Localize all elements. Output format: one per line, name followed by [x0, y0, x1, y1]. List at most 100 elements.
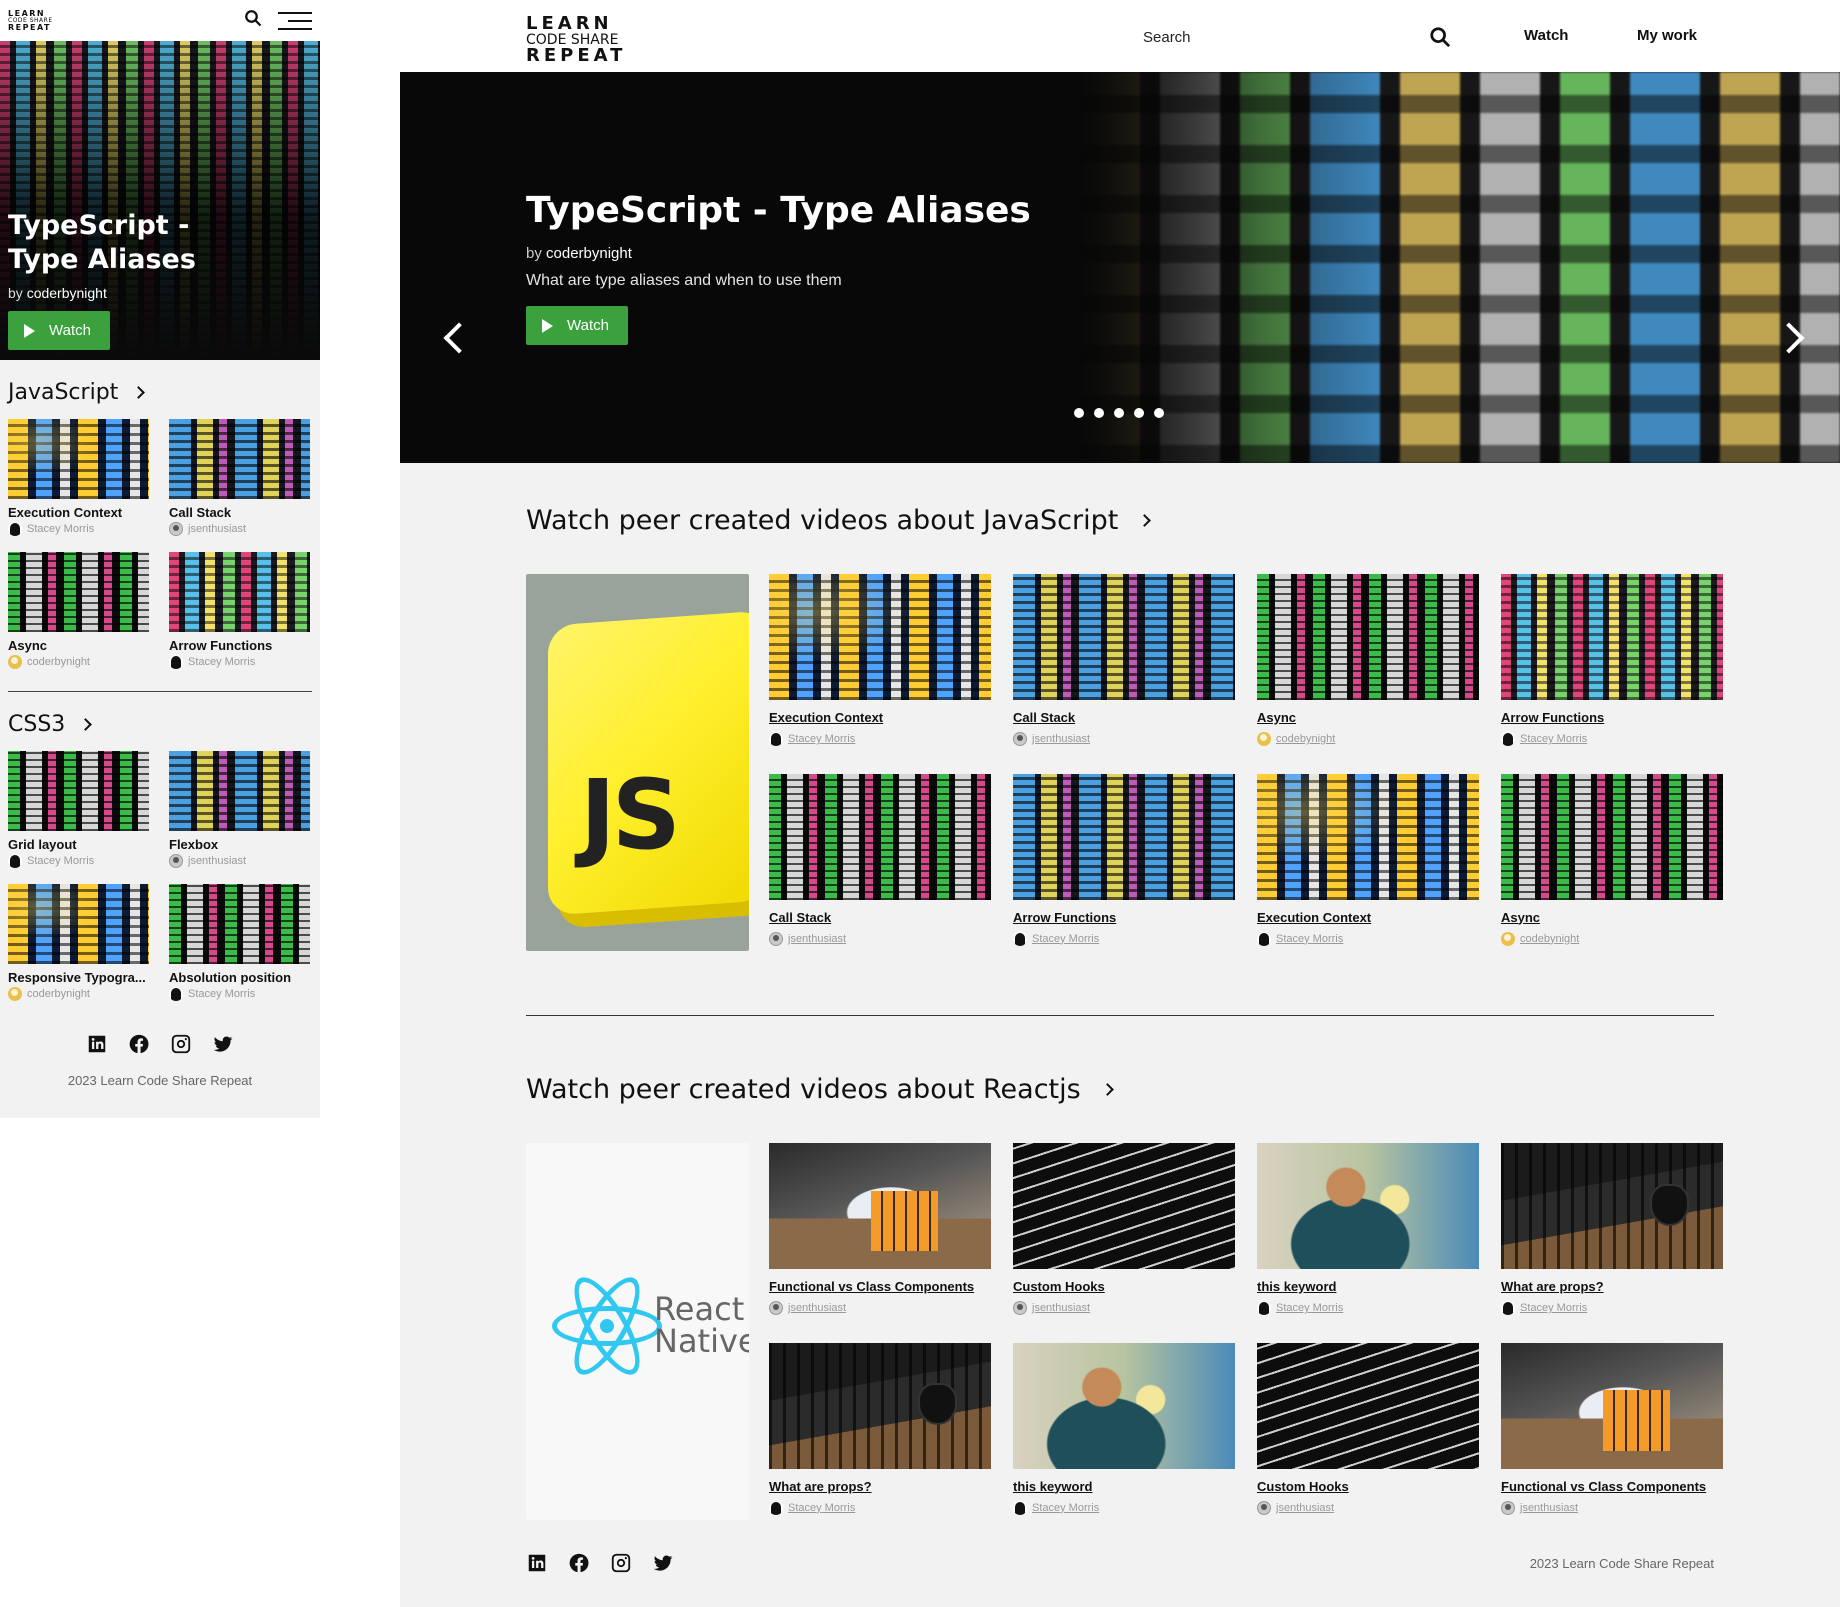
video-title[interactable]: this keyword — [1257, 1279, 1479, 1294]
video-author[interactable]: jsenthusiast — [169, 854, 310, 868]
hero-watch-button[interactable]: Watch — [8, 311, 110, 350]
video-author[interactable]: jsenthusiast — [769, 1301, 991, 1315]
video-author[interactable]: jsenthusiast — [1501, 1500, 1723, 1515]
video-card[interactable]: this keyword Stacey Morris — [1257, 1143, 1479, 1321]
video-card[interactable]: Execution Context Stacey Morris — [1257, 773, 1479, 952]
video-title[interactable]: Custom Hooks — [1013, 1279, 1235, 1294]
video-title[interactable]: What are props? — [769, 1479, 991, 1494]
video-author[interactable]: coderbynight — [8, 655, 149, 669]
video-thumbnail[interactable] — [1013, 1143, 1235, 1269]
video-title[interactable]: Arrow Functions — [1013, 910, 1235, 925]
video-author[interactable]: jsenthusiast — [169, 522, 310, 536]
video-title[interactable]: Call Stack — [769, 910, 991, 925]
video-card[interactable]: Async coderbynight — [8, 552, 149, 669]
carousel-dot[interactable] — [1074, 408, 1084, 418]
linkedin-icon[interactable] — [526, 1552, 548, 1574]
video-card[interactable]: Functional vs Class Components jsenthusi… — [1501, 1342, 1723, 1521]
video-thumbnail[interactable] — [1013, 773, 1235, 900]
video-author[interactable]: codebynight — [1257, 732, 1479, 746]
site-logo[interactable]: LEARN CODE SHARE REPEAT — [8, 9, 53, 32]
video-card[interactable]: Absolution position Stacey Morris — [169, 884, 310, 1001]
video-author[interactable]: codebynight — [1501, 931, 1723, 946]
carousel-dot[interactable] — [1114, 408, 1124, 418]
video-title[interactable]: Functional vs Class Components — [1501, 1479, 1723, 1494]
video-title[interactable]: Call Stack — [1013, 710, 1235, 725]
facebook-icon[interactable] — [128, 1033, 150, 1055]
video-thumbnail[interactable] — [169, 884, 310, 964]
search-input[interactable] — [1143, 28, 1423, 46]
section-heading[interactable]: CSS3 — [8, 712, 312, 737]
video-title[interactable]: Absolution position — [169, 970, 310, 985]
nav-watch-link[interactable]: Watch — [1524, 27, 1568, 44]
video-card[interactable]: Execution Context Stacey Morris — [769, 574, 991, 752]
video-card[interactable]: Arrow Functions Stacey Morris — [169, 552, 310, 669]
video-card[interactable]: Custom Hooks jsenthusiast — [1013, 1143, 1235, 1321]
site-logo[interactable]: LEARN CODE SHARE REPEAT — [526, 15, 626, 65]
video-card[interactable]: Arrow Functions Stacey Morris — [1501, 574, 1723, 752]
carousel-dot[interactable] — [1094, 408, 1104, 418]
video-title[interactable]: Arrow Functions — [1501, 710, 1723, 725]
video-author[interactable]: jsenthusiast — [769, 931, 991, 946]
video-thumbnail[interactable] — [1013, 1342, 1235, 1469]
carousel-prev-icon[interactable] — [443, 322, 475, 354]
video-card[interactable]: Responsive Typogra... coderbynight — [8, 884, 149, 1001]
video-author[interactable]: jsenthusiast — [1257, 1500, 1479, 1515]
video-title[interactable]: Execution Context — [8, 505, 149, 520]
video-thumbnail[interactable] — [169, 552, 310, 632]
video-author[interactable]: Stacey Morris — [1501, 1301, 1723, 1315]
video-author[interactable]: Stacey Morris — [169, 987, 310, 1001]
video-thumbnail[interactable] — [769, 1143, 991, 1269]
video-card[interactable]: Call Stack jsenthusiast — [769, 773, 991, 952]
javascript-feature-image[interactable]: JS — [526, 574, 749, 951]
video-thumbnail[interactable] — [1501, 1143, 1723, 1269]
video-author[interactable]: Stacey Morris — [1013, 1500, 1235, 1515]
hero-watch-button[interactable]: Watch — [526, 306, 628, 345]
section-heading[interactable]: Watch peer created videos about Reactjs — [526, 1074, 1714, 1105]
video-title[interactable]: Execution Context — [769, 710, 991, 725]
video-thumbnail[interactable] — [1501, 1342, 1723, 1469]
video-card[interactable]: What are props? Stacey Morris — [1501, 1143, 1723, 1321]
video-title[interactable]: Custom Hooks — [1257, 1479, 1479, 1494]
twitter-icon[interactable] — [652, 1552, 674, 1574]
video-title[interactable]: this keyword — [1013, 1479, 1235, 1494]
video-card[interactable]: Functional vs Class Components jsenthusi… — [769, 1143, 991, 1321]
video-title[interactable]: Async — [8, 638, 149, 653]
video-title[interactable]: Flexbox — [169, 837, 310, 852]
video-title[interactable]: Arrow Functions — [169, 638, 310, 653]
carousel-dot[interactable] — [1154, 408, 1164, 418]
video-author[interactable]: Stacey Morris — [1257, 1301, 1479, 1315]
hero-author[interactable]: coderbynight — [546, 245, 632, 262]
video-title[interactable]: Responsive Typogra... — [8, 970, 149, 985]
video-author[interactable]: Stacey Morris — [8, 522, 149, 536]
video-thumbnail[interactable] — [1501, 574, 1723, 700]
video-author[interactable]: Stacey Morris — [169, 655, 310, 669]
twitter-icon[interactable] — [212, 1033, 234, 1055]
video-author[interactable]: coderbynight — [8, 987, 149, 1001]
video-thumbnail[interactable] — [8, 419, 149, 499]
video-title[interactable]: Call Stack — [169, 505, 310, 520]
carousel-dot[interactable] — [1134, 408, 1144, 418]
instagram-icon[interactable] — [610, 1552, 632, 1574]
video-thumbnail[interactable] — [1013, 574, 1235, 700]
video-thumbnail[interactable] — [8, 552, 149, 632]
video-thumbnail[interactable] — [8, 751, 149, 831]
video-card[interactable]: Async codebynight — [1257, 574, 1479, 752]
facebook-icon[interactable] — [568, 1552, 590, 1574]
video-author[interactable]: jsenthusiast — [1013, 732, 1235, 746]
video-card[interactable]: Execution Context Stacey Morris — [8, 419, 149, 536]
video-title[interactable]: Grid layout — [8, 837, 149, 852]
video-thumbnail[interactable] — [769, 773, 991, 900]
video-card[interactable]: Flexbox jsenthusiast — [169, 751, 310, 868]
video-thumbnail[interactable] — [1257, 1342, 1479, 1469]
video-title[interactable]: Functional vs Class Components — [769, 1279, 991, 1294]
video-card[interactable]: this keyword Stacey Morris — [1013, 1342, 1235, 1521]
menu-icon[interactable] — [278, 11, 312, 30]
video-thumbnail[interactable] — [1257, 1143, 1479, 1269]
video-card[interactable]: Grid layout Stacey Morris — [8, 751, 149, 868]
video-thumbnail[interactable] — [769, 574, 991, 700]
video-title[interactable]: Async — [1501, 910, 1723, 925]
video-card[interactable]: What are props? Stacey Morris — [769, 1342, 991, 1521]
video-card[interactable]: Arrow Functions Stacey Morris — [1013, 773, 1235, 952]
video-card[interactable]: Custom Hooks jsenthusiast — [1257, 1342, 1479, 1521]
video-thumbnail[interactable] — [8, 884, 149, 964]
